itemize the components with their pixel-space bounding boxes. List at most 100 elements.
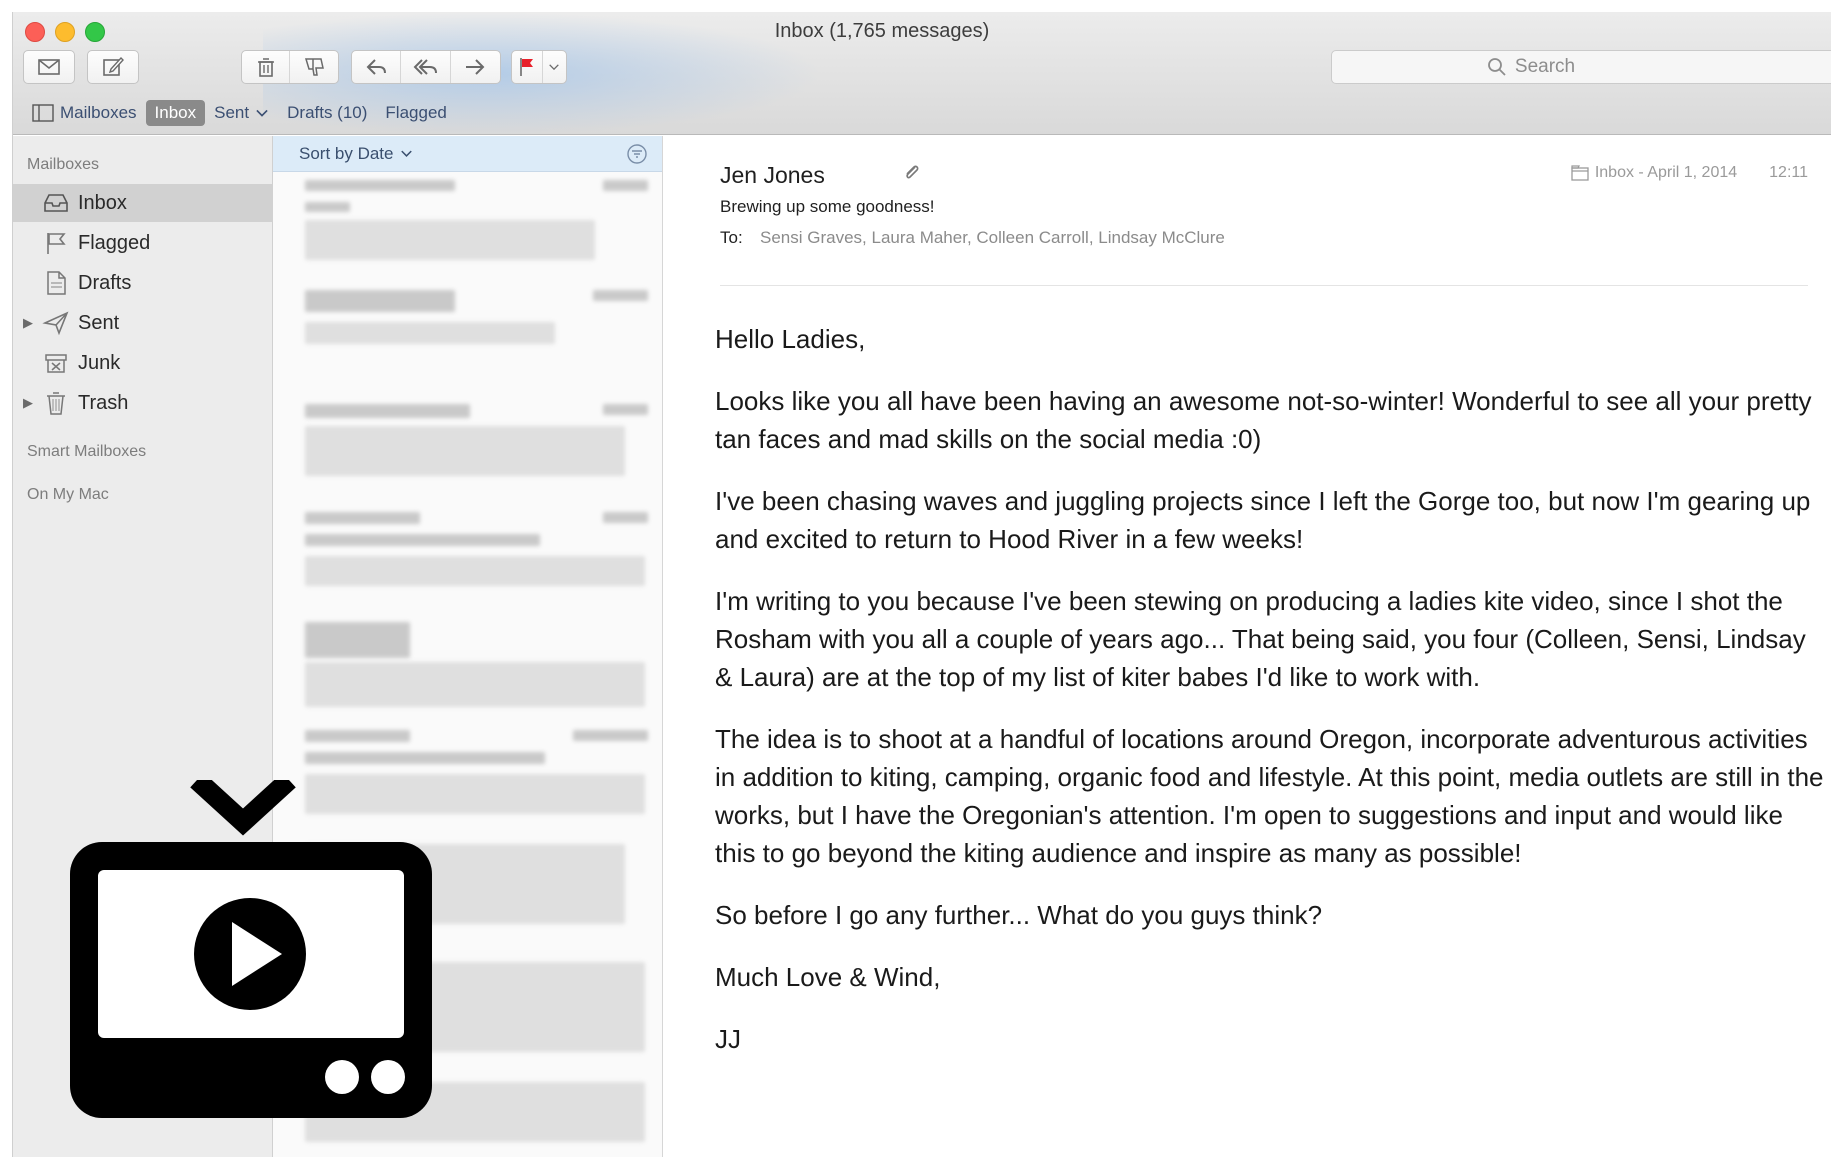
table-row: [305, 556, 645, 586]
sidebar-item-label: Junk: [78, 351, 121, 374]
tv-antenna-icon: [190, 780, 296, 836]
table-row: [305, 322, 555, 344]
body-paragraph: I'm writing to you because I've been ste…: [715, 586, 1806, 692]
table-row: [305, 220, 595, 260]
sidebar-heading-smart-mailboxes[interactable]: Smart Mailboxes: [27, 443, 146, 461]
thumbs-down-icon: [304, 58, 324, 76]
body-paragraph: The idea is to shoot at a handful of loc…: [715, 724, 1824, 868]
body-paragraph: Hello Ladies,: [715, 324, 866, 354]
sidebar-item-label: Trash: [78, 391, 129, 414]
recipients-label: To:: [720, 228, 743, 247]
table-row[interactable]: [305, 730, 410, 742]
table-row: [593, 290, 648, 301]
reply-forward-group: [351, 50, 501, 84]
body-paragraph: Much Love & Wind,: [715, 962, 941, 992]
sidebar-item-junk[interactable]: Junk: [13, 344, 273, 382]
flag-button[interactable]: [512, 51, 543, 83]
table-row[interactable]: [305, 512, 420, 524]
message-sender[interactable]: Jen Jones: [720, 162, 825, 189]
header-divider: [720, 285, 1808, 286]
sidebar-item-inbox[interactable]: Inbox: [13, 184, 273, 222]
sidebar-heading-on-my-mac[interactable]: On My Mac: [27, 486, 109, 504]
sidebar-toggle-icon: [32, 104, 54, 122]
compose-icon: [103, 56, 124, 76]
search-field[interactable]: Search: [1331, 50, 1831, 84]
favorites-bar: Mailboxes Inbox Sent Drafts (10) Flagged: [13, 98, 456, 128]
recipients-list[interactable]: Sensi Graves, Laura Maher, Colleen Carro…: [760, 228, 1225, 248]
table-row[interactable]: [305, 290, 455, 312]
favorite-sent-label: Sent: [214, 103, 250, 122]
attachment-icon[interactable]: [901, 162, 923, 184]
reply-button[interactable]: [352, 51, 402, 83]
junk-icon: [41, 349, 71, 377]
delete-button[interactable]: [242, 51, 291, 83]
table-row[interactable]: [305, 180, 455, 191]
get-mail-button[interactable]: [23, 50, 75, 84]
table-row: [305, 534, 540, 546]
filter-icon[interactable]: [626, 143, 648, 165]
flag-icon: [41, 229, 71, 257]
favorite-inbox-label: Inbox: [154, 103, 197, 122]
delete-junk-group: [241, 50, 339, 84]
favorite-flagged-label: Flagged: [385, 103, 447, 122]
favorite-sent[interactable]: Sent: [205, 100, 278, 126]
trash-icon: [257, 58, 274, 77]
message-meta: Inbox - April 1, 2014 12:11: [1571, 164, 1808, 182]
video-tv-icon[interactable]: [62, 780, 442, 1125]
favorite-inbox[interactable]: Inbox: [145, 100, 206, 126]
table-row[interactable]: [305, 404, 470, 418]
toolbar: Inbox (1,765 messages) Search Mailboxes …: [13, 12, 1831, 135]
table-row[interactable]: [305, 622, 410, 658]
sidebar-item-drafts[interactable]: Drafts: [13, 264, 273, 302]
sidebar-item-label: Inbox: [78, 191, 127, 214]
favorite-mailboxes-label: Mailboxes: [60, 103, 137, 122]
message-reader: Jen Jones Brewing up some goodness! To: …: [663, 136, 1831, 1157]
message-subject: Brewing up some goodness!: [720, 197, 935, 216]
sidebar-item-trash[interactable]: ▶ Trash: [13, 384, 273, 422]
flag-group: [511, 50, 567, 84]
favorite-drafts-label: Drafts (10): [287, 103, 368, 122]
drafts-icon: [41, 269, 71, 297]
search-icon: [1487, 58, 1506, 76]
sidebar-heading-mailboxes[interactable]: Mailboxes: [27, 156, 99, 174]
forward-button[interactable]: [451, 51, 500, 83]
favorite-mailboxes[interactable]: Mailboxes: [23, 100, 146, 126]
trash-icon: [41, 389, 71, 417]
disclosure-triangle-icon[interactable]: ▶: [23, 395, 33, 411]
tv-knob-left: [325, 1060, 359, 1094]
sidebar-item-label: Flagged: [78, 231, 151, 254]
envelope-icon: [38, 59, 60, 75]
sidebar-item-flagged[interactable]: Flagged: [13, 224, 273, 262]
tv-knob-right: [371, 1060, 405, 1094]
flag-menu-button[interactable]: [543, 51, 566, 83]
sort-bar[interactable]: Sort by Date: [273, 136, 662, 172]
forward-icon: [466, 59, 485, 75]
disclosure-triangle-icon[interactable]: ▶: [23, 315, 33, 331]
reply-all-icon: [413, 59, 437, 75]
sidebar-item-label: Sent: [78, 311, 120, 334]
reply-all-button[interactable]: [401, 51, 451, 83]
mailbox-icon: [1571, 165, 1589, 181]
favorite-flagged[interactable]: Flagged: [376, 100, 455, 126]
sent-icon: [41, 309, 71, 337]
junk-button[interactable]: [290, 51, 338, 83]
chevron-down-icon: [549, 64, 560, 71]
chevron-down-icon: [400, 150, 412, 157]
window-title: Inbox (1,765 messages): [774, 20, 990, 42]
chevron-down-icon: [256, 109, 268, 117]
message-body: Hello Ladies, Looks like you all have be…: [715, 320, 1825, 1082]
body-paragraph: So before I go any further... What do yo…: [715, 900, 1323, 930]
table-row: [573, 730, 648, 741]
table-row: [305, 426, 625, 476]
reply-icon: [366, 59, 387, 75]
inbox-icon: [41, 189, 71, 217]
search-placeholder: Search: [1514, 56, 1576, 77]
table-row: [305, 752, 545, 764]
message-time: 12:11: [1769, 164, 1808, 181]
sort-label: Sort by Date: [299, 143, 394, 163]
sidebar-item-label: Drafts: [78, 271, 132, 294]
red-flag-icon: [520, 58, 533, 76]
sidebar-item-sent[interactable]: ▶ Sent: [13, 304, 273, 342]
compose-button[interactable]: [87, 50, 139, 84]
favorite-drafts[interactable]: Drafts (10): [278, 100, 376, 126]
